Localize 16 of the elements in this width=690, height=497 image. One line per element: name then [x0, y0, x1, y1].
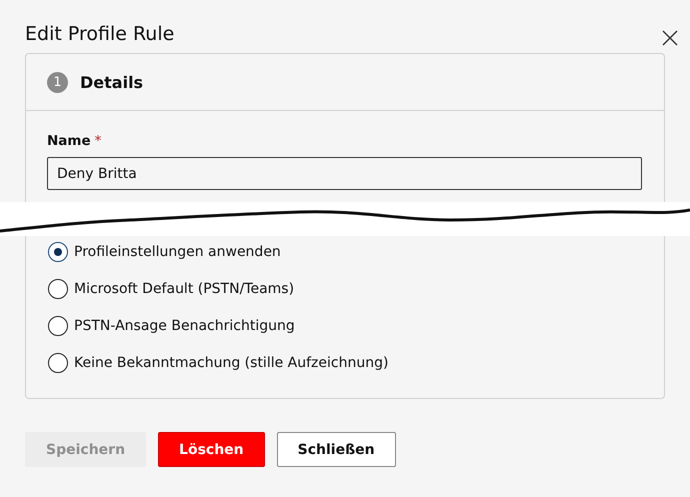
radio-button[interactable]	[48, 242, 68, 262]
radio-button[interactable]	[48, 352, 68, 372]
field-label: Name *	[47, 133, 102, 149]
radio-option[interactable]: PSTN-Ansage Benachrichtigung	[48, 312, 642, 339]
dialog-title: Edit Profile Rule	[25, 23, 174, 45]
radio-option[interactable]: Keine Bekanntmachung (stille Aufzeichnung)	[48, 349, 642, 376]
section-title: Details	[80, 72, 144, 92]
radio-option[interactable]: Microsoft Default (PSTN/Teams)	[48, 275, 642, 302]
radio-button[interactable]	[48, 316, 68, 336]
danger-action-button[interactable]: Löschen	[158, 432, 265, 467]
radio-button[interactable]	[48, 278, 68, 298]
default-action-button[interactable]: Schließen	[276, 432, 396, 467]
name-field[interactable]: Deny Britta	[47, 157, 642, 190]
step-number: 1	[47, 72, 68, 92]
radio-option[interactable]: Profileinstellungen anwenden	[48, 238, 642, 265]
close-icon[interactable]	[661, 29, 679, 47]
